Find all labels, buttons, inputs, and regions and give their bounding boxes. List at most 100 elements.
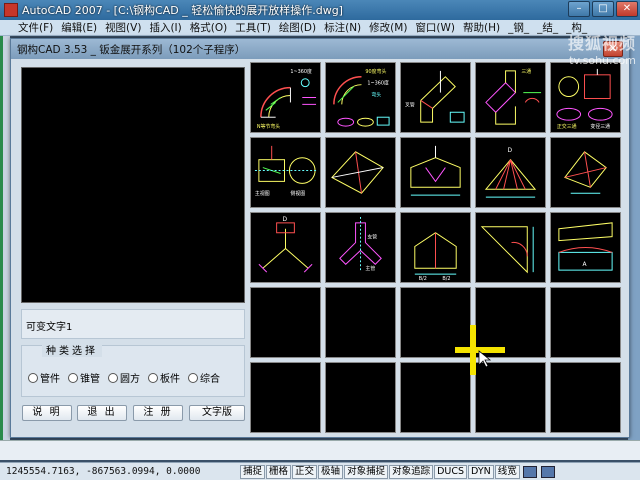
menu-draw[interactable]: 绘图(D) xyxy=(275,20,320,35)
radio-pipe[interactable]: 管件 xyxy=(28,370,60,385)
menu-file[interactable]: 文件(F) xyxy=(14,20,57,35)
maximize-button[interactable]: □ xyxy=(592,1,614,17)
radio-pipe-dot[interactable] xyxy=(28,372,38,383)
radio-cone[interactable]: 锥管 xyxy=(68,370,100,385)
menu-insert[interactable]: 插入(I) xyxy=(145,20,185,35)
toggle-ducs[interactable]: DUCS xyxy=(434,464,468,479)
thumb-12-label-a: 支管 xyxy=(367,234,377,241)
toggle-osnap[interactable]: 对象捕捉 xyxy=(344,464,389,479)
thumb-22[interactable] xyxy=(325,362,396,433)
coordinates-readout: 1245554.7163, -867563.0994, 0.0000 xyxy=(6,466,201,477)
register-button[interactable]: 注 册 xyxy=(133,405,183,421)
toggle-grid[interactable]: 栅格 xyxy=(266,464,292,479)
thumb-9[interactable]: D xyxy=(475,137,546,208)
exit-button[interactable]: 退 出 xyxy=(77,405,127,421)
dialog-titlebar: 钢构CAD 3.53 _ 钣金展开系列（102个子程序） xyxy=(11,39,629,59)
app-title: AutoCAD 2007 - [C:\钢构CAD _ 轻松愉快的展开放样操作.d… xyxy=(22,4,343,17)
radio-round-square[interactable]: 圆方 xyxy=(108,370,140,385)
thumb-3[interactable]: 叉管 xyxy=(400,62,471,133)
caption-text: 可变文字1 xyxy=(26,322,73,333)
menu-help[interactable]: 帮助(H) xyxy=(459,20,504,35)
dialog-title: 钢构CAD 3.53 _ 钣金展开系列（102个子程序） xyxy=(17,43,246,56)
thumb-14[interactable] xyxy=(475,212,546,283)
thumb-2[interactable]: 90度弯头 1~360度 弯头 xyxy=(325,62,396,133)
radio-combined-dot[interactable] xyxy=(188,372,198,383)
radio-round-square-dot[interactable] xyxy=(108,372,118,383)
menu-format[interactable]: 格式(O) xyxy=(186,20,231,35)
thumb-1-label-b: 1~360度 xyxy=(290,68,312,75)
toggle-dyn[interactable]: DYN xyxy=(468,464,494,479)
thumb-1-label-a: N等节弯头 xyxy=(257,123,280,130)
sohu-url: tv.sohu.com xyxy=(569,54,636,67)
thumb-12[interactable]: 支管 主管 xyxy=(325,212,396,283)
thumb-21[interactable] xyxy=(250,362,321,433)
thumb-4[interactable]: 三通 xyxy=(475,62,546,133)
radio-round-square-label: 圆方 xyxy=(120,374,140,385)
thumb-5-label-a: 正交三通 xyxy=(557,123,577,130)
thumb-24[interactable] xyxy=(475,362,546,433)
menu-window[interactable]: 窗口(W) xyxy=(411,20,459,35)
toggle-polar[interactable]: 极轴 xyxy=(318,464,344,479)
thumb-4-label-a: 三通 xyxy=(521,68,531,75)
thumb-1[interactable]: N等节弯头 1~360度 xyxy=(250,62,321,133)
svg-text:B/2: B/2 xyxy=(442,276,450,282)
thumb-19[interactable] xyxy=(475,287,546,358)
model-icon[interactable] xyxy=(522,465,537,478)
thumb-20[interactable] xyxy=(550,287,621,358)
svg-text:B/2: B/2 xyxy=(419,276,427,282)
thumb-8[interactable] xyxy=(400,137,471,208)
thumbnail-grid: N等节弯头 1~360度 90度弯头 1~360度 弯头 叉管 三通 正交三通 … xyxy=(250,62,624,433)
svg-text:A: A xyxy=(583,262,587,268)
thumb-5[interactable]: 正交三通 变径三通 xyxy=(550,62,621,133)
thumb-7[interactable] xyxy=(325,137,396,208)
tray-settings-icon[interactable] xyxy=(540,465,555,478)
help-button[interactable]: 说 明 xyxy=(22,405,72,421)
menu-modify[interactable]: 修改(M) xyxy=(365,20,411,35)
sheet-metal-dialog: 钢构CAD 3.53 _ 钣金展开系列（102个子程序） ✕ 可变文字1 种类选… xyxy=(10,38,630,438)
menu-dimension[interactable]: 标注(N) xyxy=(320,20,365,35)
thumb-13[interactable]: B/2 B/2 xyxy=(400,212,471,283)
radio-combined[interactable]: 综合 xyxy=(188,370,220,385)
command-line[interactable] xyxy=(0,440,640,460)
thumb-18[interactable] xyxy=(400,287,471,358)
thumb-12-label-b: 主管 xyxy=(365,265,375,272)
app-titlebar: AutoCAD 2007 - [C:\钢构CAD _ 轻松愉快的展开放样操作.d… xyxy=(0,0,640,20)
text-version-button[interactable]: 文字版 xyxy=(189,405,245,421)
toggle-otrack[interactable]: 对象追踪 xyxy=(389,464,434,479)
radio-cone-label: 锥管 xyxy=(80,374,100,385)
minimize-button[interactable]: – xyxy=(568,1,590,17)
caption-panel: 可变文字1 xyxy=(21,309,245,339)
menu-edit[interactable]: 编辑(E) xyxy=(57,20,101,35)
status-bar: 1245554.7163, -867563.0994, 0.0000 捕捉 栅格… xyxy=(0,462,640,480)
thumb-2-label-b: 1~360度 xyxy=(367,80,389,87)
thumb-6[interactable]: 主视图 侧视图 xyxy=(250,137,321,208)
radio-combined-label: 综合 xyxy=(200,374,220,385)
thumb-3-label-a: 叉管 xyxy=(405,101,415,108)
toggle-snap[interactable]: 捕捉 xyxy=(240,464,266,479)
svg-text:D: D xyxy=(283,217,288,223)
close-button[interactable]: ✕ xyxy=(616,1,638,17)
sohu-brand: 搜狐视频 xyxy=(567,34,636,53)
radio-cone-dot[interactable] xyxy=(68,372,78,383)
left-toolbar-strip xyxy=(0,36,10,456)
radio-plate[interactable]: 板件 xyxy=(148,370,180,385)
thumb-10[interactable] xyxy=(550,137,621,208)
menu-view[interactable]: 视图(V) xyxy=(101,20,145,35)
thumb-11[interactable]: D xyxy=(250,212,321,283)
thumb-15[interactable]: A xyxy=(550,212,621,283)
thumb-23[interactable] xyxy=(400,362,471,433)
menu-gang[interactable]: _钢_ xyxy=(504,20,533,35)
thumb-17[interactable] xyxy=(325,287,396,358)
menu-jie[interactable]: _结_ xyxy=(533,20,562,35)
thumb-2-label-a: 90度弯头 xyxy=(365,68,386,75)
autocad-logo-icon[interactable] xyxy=(4,3,18,17)
thumb-6-label-a: 主视图 xyxy=(255,190,270,197)
menu-tools[interactable]: 工具(T) xyxy=(231,20,275,35)
radio-plate-dot[interactable] xyxy=(148,372,158,383)
thumb-16[interactable] xyxy=(250,287,321,358)
toggle-ortho[interactable]: 正交 xyxy=(292,464,318,479)
svg-text:D: D xyxy=(508,148,513,154)
type-group-label: 种类选择 xyxy=(42,342,102,357)
toggle-lineweight[interactable]: 线宽 xyxy=(494,464,520,479)
thumb-25[interactable] xyxy=(550,362,621,433)
